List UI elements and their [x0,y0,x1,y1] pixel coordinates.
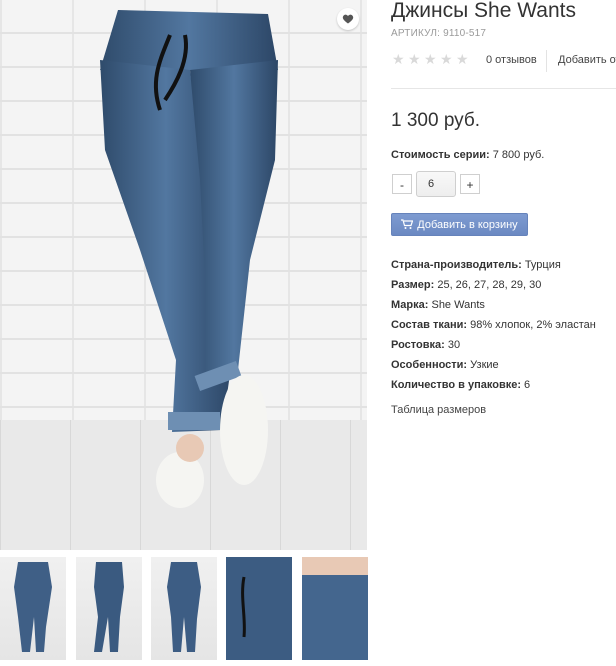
thumbnail-2[interactable] [76,557,142,660]
spec-value: 98% хлопок, 2% эластан [467,319,596,331]
spec-label: Страна-производитель: [391,259,522,271]
spec-label: Особенности: [391,359,468,371]
thumbnail-3[interactable] [151,557,217,660]
spec-sizes: Размер: 25, 26, 27, 28, 29, 30 [391,278,596,298]
jeans-illustration [100,10,278,508]
product-price: 1 300 руб. [391,110,481,131]
spec-pack-qty: Количество в упаковке: 6 [391,378,596,398]
star-icon[interactable]: ★ [424,52,437,66]
quantity-input[interactable]: 6 [416,171,456,197]
spec-label: Состав ткани: [391,319,468,331]
spec-fabric: Состав ткани: 98% хлопок, 2% эластан [391,318,596,338]
divider [391,88,616,89]
wishlist-button[interactable] [337,8,359,30]
spec-value: She Wants [428,299,485,311]
quantity-increase-button[interactable]: + [460,174,480,194]
series-price-label: Стоимость серии: [391,149,490,161]
spec-value: 30 [444,339,461,351]
star-icon[interactable]: ★ [440,52,453,66]
series-price-value: 7 800 руб. [489,149,545,161]
star-icon[interactable]: ★ [392,52,405,66]
thumbnail-1[interactable] [0,557,66,660]
add-review-link[interactable]: Добавить от [558,54,616,66]
spec-value: 6 [521,379,531,391]
product-title: Джинсы She Wants [391,0,576,22]
spec-brand: Марка: She Wants [391,298,596,318]
spec-size-run: Ростовка: 30 [391,338,596,358]
spec-label: Размер: [391,279,435,291]
size-table-link[interactable]: Таблица размеров [391,404,486,416]
spec-value: Турция [521,259,561,271]
series-price: Стоимость серии: 7 800 руб. [391,149,544,161]
spec-label: Ростовка: [391,339,445,351]
add-to-cart-button[interactable]: Добавить в корзину [391,213,528,236]
rating-stars[interactable]: ★ ★ ★ ★ ★ [392,52,469,66]
spec-features: Особенности: Узкие [391,358,596,378]
product-sku: АРТИКУЛ: 9110-517 [391,28,487,39]
spec-label: Количество в упаковке: [391,379,521,391]
thumbnail-5[interactable] [302,557,368,660]
product-specs: Страна-производитель: Турция Размер: 25,… [391,258,596,398]
thumbnail-4[interactable] [226,557,292,660]
add-to-cart-label: Добавить в корзину [417,218,518,231]
star-icon[interactable]: ★ [456,52,469,66]
thumbnail-strip [0,557,370,660]
star-icon[interactable]: ★ [408,52,421,66]
spec-value: Узкие [467,359,499,371]
divider [546,50,547,72]
quantity-decrease-button[interactable]: - [392,174,412,194]
cart-icon [401,219,414,229]
reviews-link[interactable]: 0 отзывов [486,54,537,66]
spec-value: 25, 26, 27, 28, 29, 30 [434,279,542,291]
main-product-photo[interactable] [0,0,367,550]
spec-label: Марка: [391,299,429,311]
spec-country: Страна-производитель: Турция [391,258,596,278]
heart-icon [342,14,354,24]
